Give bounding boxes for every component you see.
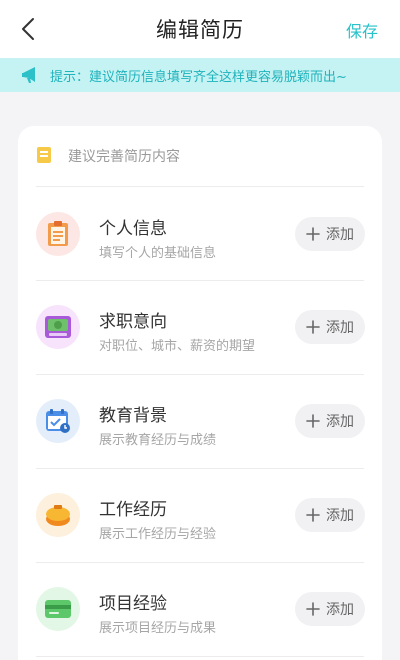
page-title: 编辑简历 <box>156 18 244 42</box>
card-icon <box>36 587 80 631</box>
plus-icon <box>306 602 320 616</box>
section-description: 展示教育经历与成绩 <box>99 433 217 448</box>
section-title: 个人信息 <box>99 219 167 239</box>
section-description: 展示工作经历与经验 <box>99 527 217 542</box>
add-label: 添加 <box>326 508 354 524</box>
section-description: 对职位、城市、薪资的期望 <box>99 339 256 354</box>
section-description: 填写个人的基础信息 <box>99 246 217 261</box>
megaphone-icon <box>22 67 35 83</box>
plus-icon <box>306 227 320 241</box>
section-personal-info: 个人信息 填写个人的基础信息 添加 <box>18 188 382 282</box>
add-work-experience-button[interactable]: 添加 <box>295 498 365 532</box>
money-icon <box>36 305 80 349</box>
tip-banner: 提示：建议简历信息填写齐全这样更容易脱颖而出~ <box>0 58 400 92</box>
nav-bar: 编辑简历 保存 <box>0 0 400 58</box>
add-label: 添加 <box>326 414 354 430</box>
plus-icon <box>306 414 320 428</box>
clipboard-icon <box>36 212 80 256</box>
add-label: 添加 <box>326 227 354 243</box>
section-work-experience: 工作经历 展示工作经历与经验 添加 <box>18 469 382 563</box>
section-title: 教育背景 <box>99 406 167 426</box>
tip-text: 提示：建议简历信息填写齐全这样更容易脱颖而出~ <box>50 69 347 85</box>
section-education: 教育背景 展示教育经历与成绩 添加 <box>18 375 382 469</box>
section-description: 展示项目经历与成果 <box>99 621 217 636</box>
plus-icon <box>306 508 320 522</box>
calendar-icon <box>36 399 80 443</box>
add-education-button[interactable]: 添加 <box>295 404 365 438</box>
add-label: 添加 <box>326 320 354 336</box>
plus-icon <box>306 320 320 334</box>
section-project-experience: 项目经验 展示项目经历与成果 添加 <box>18 563 382 657</box>
divider <box>36 186 364 187</box>
section-title: 项目经验 <box>99 594 167 614</box>
card-hint: 建议完善简历内容 <box>68 149 180 165</box>
add-label: 添加 <box>326 602 354 618</box>
divider <box>36 656 364 657</box>
briefcase-icon <box>36 493 80 537</box>
add-job-intention-button[interactable]: 添加 <box>295 310 365 344</box>
add-project-experience-button[interactable]: 添加 <box>295 592 365 626</box>
section-job-intention: 求职意向 对职位、城市、薪资的期望 添加 <box>18 281 382 375</box>
resume-sections-card: 建议完善简历内容 个人信息 填写个人的基础信息 添加 求职意向 对职位、城市、薪… <box>18 126 382 660</box>
add-personal-info-button[interactable]: 添加 <box>295 217 365 251</box>
ticket-icon <box>37 147 51 163</box>
save-button[interactable]: 保存 <box>346 18 378 42</box>
card-header: 建议完善简历内容 <box>36 146 364 188</box>
section-title: 求职意向 <box>99 312 167 332</box>
section-title: 工作经历 <box>99 500 167 520</box>
